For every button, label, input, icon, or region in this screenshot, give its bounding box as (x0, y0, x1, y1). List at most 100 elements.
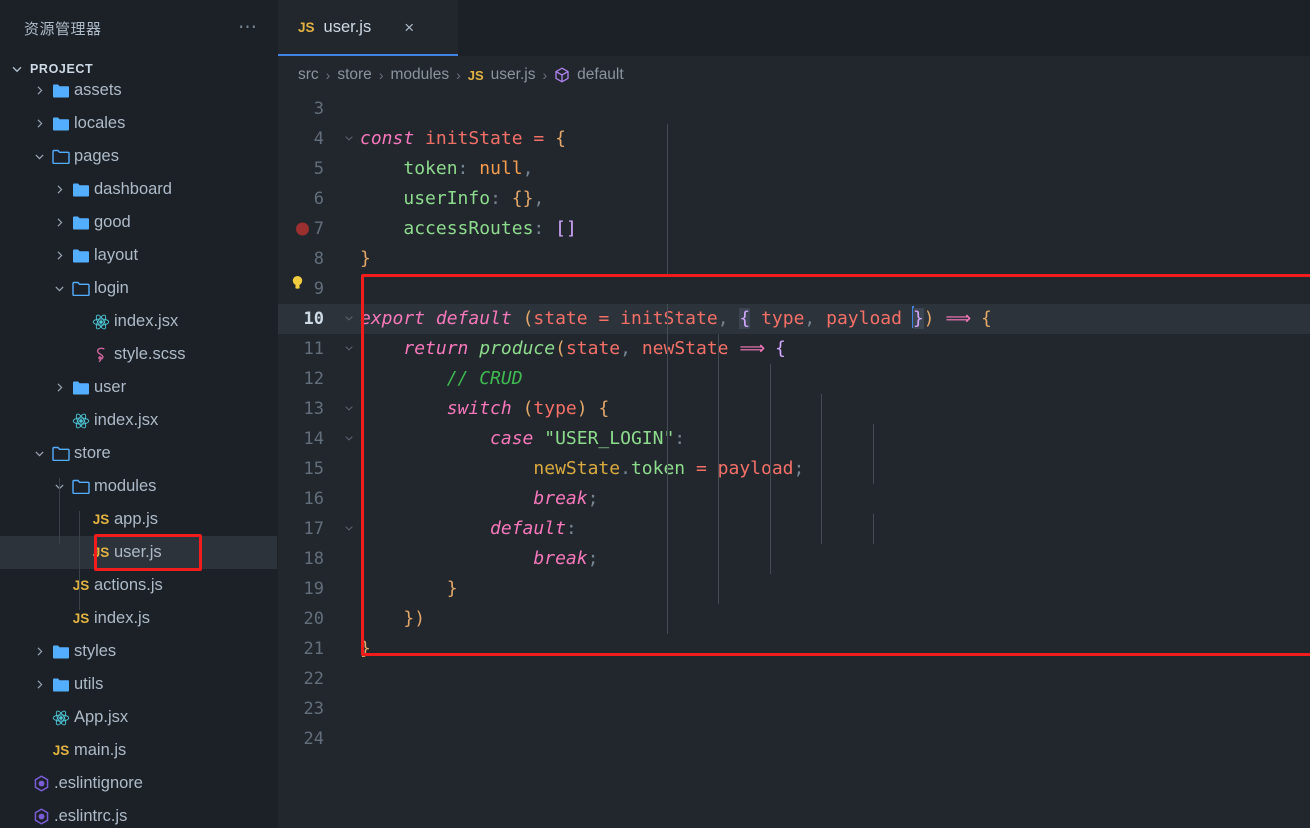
tree-item-dashboard[interactable]: dashboard (0, 173, 277, 206)
code-line[interactable]: 14 case "USER_LOGIN": (278, 424, 1310, 454)
chevron-right-icon[interactable] (30, 85, 48, 96)
code-line[interactable]: 15 newState.token = payload; (278, 454, 1310, 484)
tree-item-label: user.js (114, 543, 162, 561)
tree-item-layout[interactable]: layout (0, 239, 277, 272)
tree-item-main-js[interactable]: JS main.js (0, 734, 277, 767)
code-line[interactable]: 5 token: null, (278, 154, 1310, 184)
chevron-down-icon[interactable] (30, 151, 48, 162)
code-text: userInfo: {}, (403, 188, 545, 209)
line-number: 15 (303, 459, 324, 479)
fold-toggle-icon[interactable] (338, 312, 360, 326)
code-line[interactable]: 13 switch (type) { (278, 394, 1310, 424)
indent-guide (667, 124, 668, 274)
fold-toggle-icon[interactable] (338, 432, 360, 446)
code-line[interactable]: 23 (278, 694, 1310, 724)
tree-item-app-js[interactable]: JS app.js (0, 503, 277, 536)
code-line[interactable]: 17 default: (278, 514, 1310, 544)
code-line[interactable]: 11 return produce(state, newState ⟹ { (278, 334, 1310, 364)
code-line[interactable]: 20 }) (278, 604, 1310, 634)
tree-item-label: login (94, 279, 129, 297)
code-line[interactable]: 6 userInfo: {}, (278, 184, 1310, 214)
line-number: 5 (313, 159, 324, 179)
ellipsis-icon[interactable]: ⋯ (234, 18, 263, 37)
tree-item-locales[interactable]: locales (0, 107, 277, 140)
chevron-down-icon[interactable] (50, 283, 68, 294)
line-number: 12 (303, 369, 324, 389)
tab-user-js[interactable]: JS user.js × (278, 0, 458, 56)
fold-toggle-icon[interactable] (338, 132, 360, 146)
tree-item-assets[interactable]: assets (0, 82, 277, 107)
line-number: 9 (313, 279, 324, 299)
tree-item-index-js[interactable]: JS index.js (0, 602, 277, 635)
code-line[interactable]: 21} (278, 634, 1310, 664)
tree-item-label: index.js (94, 609, 150, 627)
tree-item-modules[interactable]: modules (0, 470, 277, 503)
code-line[interactable]: 12 // CRUD (278, 364, 1310, 394)
breadcrumb-item-store[interactable]: store (337, 66, 371, 84)
tree-item-user[interactable]: user (0, 371, 277, 404)
chevron-right-icon[interactable] (50, 184, 68, 195)
file-tree[interactable]: assets locales pages dashboard good layout log… (0, 82, 277, 828)
project-section-header[interactable]: PROJECT (0, 56, 277, 82)
breadcrumb: src › store › modules › JS user.js › def… (278, 56, 1310, 94)
fold-toggle-icon[interactable] (338, 402, 360, 416)
chevron-down-icon[interactable] (30, 448, 48, 459)
breadcrumb-item-modules[interactable]: modules (390, 66, 449, 84)
chevron-right-icon: › (456, 67, 461, 83)
tree-indent-guide (79, 511, 80, 610)
tree-item-label: index.jsx (94, 411, 159, 429)
tree-item-label: .eslintrc.js (54, 807, 128, 825)
tree-item-index-jsx[interactable]: index.jsx (0, 305, 277, 338)
tree-item-store[interactable]: store (0, 437, 277, 470)
tab-label: user.js (323, 17, 372, 36)
breadcrumb-item-user-js[interactable]: JS user.js (468, 66, 536, 84)
lightbulb-icon[interactable] (290, 275, 305, 290)
tree-item-actions-js[interactable]: JS actions.js (0, 569, 277, 602)
breakpoint-icon[interactable] (296, 222, 309, 236)
tree-item-styles[interactable]: styles (0, 635, 277, 668)
close-icon[interactable]: × (400, 17, 418, 38)
tree-item-utils[interactable]: utils (0, 668, 277, 701)
tree-item-user-js[interactable]: JS user.js (0, 536, 277, 569)
code-line[interactable]: 10 export default (state = initState, { t… (278, 304, 1310, 334)
tree-item-style-scss[interactable]: style.scss (0, 338, 277, 371)
line-number: 24 (303, 729, 324, 749)
breadcrumb-item-src[interactable]: src (298, 66, 319, 84)
tree-item--eslintignore[interactable]: .eslintignore (0, 767, 277, 800)
chevron-right-icon[interactable] (30, 679, 48, 690)
react-icon (68, 412, 94, 430)
code-text: case "USER_LOGIN": (490, 428, 686, 449)
code-editor[interactable]: 3 4 const initState = {5 token: null, 6 use… (278, 94, 1310, 828)
code-line[interactable]: 19 } (278, 574, 1310, 604)
chevron-right-icon[interactable] (30, 118, 48, 129)
js-icon: JS (88, 512, 114, 527)
fold-toggle-icon[interactable] (338, 342, 360, 356)
tree-item-index-jsx[interactable]: index.jsx (0, 404, 277, 437)
chevron-right-icon[interactable] (50, 250, 68, 261)
js-icon: JS (92, 512, 110, 527)
breadcrumb-item-default[interactable]: default (554, 66, 624, 84)
code-line[interactable]: 7 accessRoutes: [] (278, 214, 1310, 244)
chevron-right-icon[interactable] (30, 646, 48, 657)
code-text: switch (type) { (446, 398, 610, 419)
tree-item-pages[interactable]: pages (0, 140, 277, 173)
tree-item--eslintrc-js[interactable]: .eslintrc.js (0, 800, 277, 828)
code-line[interactable]: 24 (278, 724, 1310, 754)
tree-item-label: store (74, 444, 111, 462)
tree-item-login[interactable]: login (0, 272, 277, 305)
chevron-right-icon[interactable] (50, 382, 68, 393)
fold-toggle-icon[interactable] (338, 522, 360, 536)
code-line[interactable]: 3 (278, 94, 1310, 124)
react-icon (48, 709, 74, 727)
code-line[interactable]: 22 (278, 664, 1310, 694)
tree-item-app-jsx[interactable]: App.jsx (0, 701, 277, 734)
code-line[interactable]: 8} (278, 244, 1310, 274)
code-line[interactable]: 9 (278, 274, 1310, 304)
code-line[interactable]: 18 break; (278, 544, 1310, 574)
tree-item-good[interactable]: good (0, 206, 277, 239)
tree-item-label: style.scss (114, 345, 186, 363)
code-line[interactable]: 16 break; (278, 484, 1310, 514)
code-line[interactable]: 4 const initState = { (278, 124, 1310, 154)
tree-item-label: styles (74, 642, 117, 660)
chevron-right-icon[interactable] (50, 217, 68, 228)
